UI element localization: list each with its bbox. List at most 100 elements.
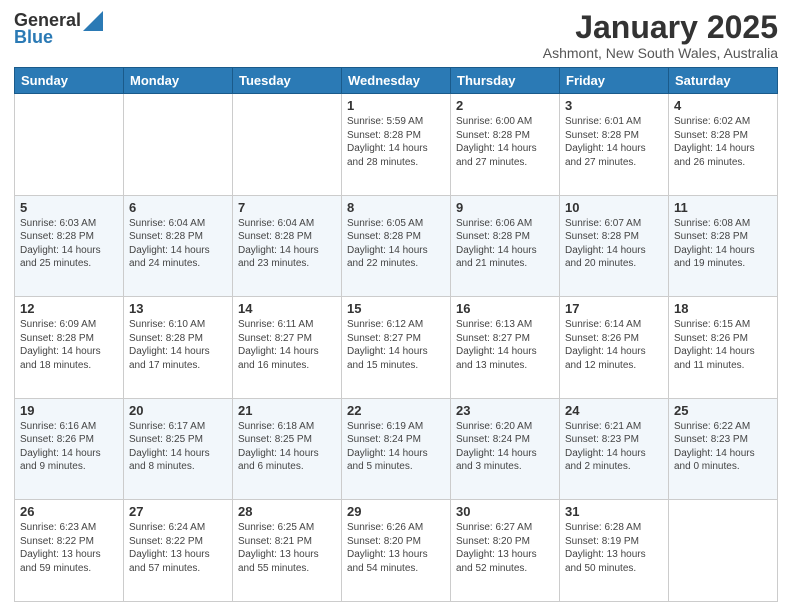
cell-2-2: 6Sunrise: 6:04 AMSunset: 8:28 PMDaylight… <box>124 195 233 297</box>
cell-5-5: 30Sunrise: 6:27 AMSunset: 8:20 PMDayligh… <box>451 500 560 602</box>
day-number: 8 <box>347 200 445 215</box>
col-monday: Monday <box>124 68 233 94</box>
cell-3-4: 15Sunrise: 6:12 AMSunset: 8:27 PMDayligh… <box>342 297 451 399</box>
cell-1-3 <box>233 94 342 196</box>
cell-5-7 <box>669 500 778 602</box>
week-row-5: 26 Sunrise: 6:23 AMSunset: 8:22 PMDayligh… <box>15 500 778 602</box>
month-title: January 2025 <box>543 10 778 45</box>
day-number: 21 <box>238 403 336 418</box>
day-info: Sunrise: 6:09 AMSunset: 8:28 PMDaylight:… <box>20 319 101 371</box>
day-info: Sunrise: 6:15 AMSunset: 8:26 PMDaylight:… <box>674 319 755 371</box>
cell-3-5: 16 Sunrise: 6:13 AMSunset: 8:27 PMDayligh… <box>451 297 560 399</box>
cell-2-3: 7 Sunrise: 6:04 AMSunset: 8:28 PMDaylight… <box>233 195 342 297</box>
day-info: Sunrise: 6:01 AMSunset: 8:28 PMDaylight:… <box>565 116 646 168</box>
day-number: 26 <box>20 504 118 519</box>
col-wednesday: Wednesday <box>342 68 451 94</box>
day-info: Sunrise: 6:21 AMSunset: 8:23 PMDaylight:… <box>565 421 646 473</box>
day-number: 2 <box>456 98 554 113</box>
day-number: 1 <box>347 98 445 113</box>
cell-3-2: 13 Sunrise: 6:10 AMSunset: 8:28 PMDayligh… <box>124 297 233 399</box>
cell-4-4: 22Sunrise: 6:19 AMSunset: 8:24 PMDayligh… <box>342 398 451 500</box>
day-number: 11 <box>674 200 772 215</box>
week-row-1: 1 Sunrise: 5:59 AMSunset: 8:28 PMDaylight… <box>15 94 778 196</box>
subtitle: Ashmont, New South Wales, Australia <box>543 45 778 61</box>
logo: General Blue <box>14 10 103 48</box>
day-number: 22 <box>347 403 445 418</box>
cell-3-6: 17 Sunrise: 6:14 AMSunset: 8:26 PMDayligh… <box>560 297 669 399</box>
day-info: Sunrise: 6:26 AMSunset: 8:20 PMDaylight:… <box>347 522 428 574</box>
cell-4-7: 25Sunrise: 6:22 AMSunset: 8:23 PMDayligh… <box>669 398 778 500</box>
cell-1-6: 3 Sunrise: 6:01 AMSunset: 8:28 PMDaylight… <box>560 94 669 196</box>
day-number: 20 <box>129 403 227 418</box>
logo-icon <box>83 11 103 31</box>
day-info: Sunrise: 6:14 AMSunset: 8:26 PMDaylight:… <box>565 319 646 371</box>
day-info: Sunrise: 6:22 AMSunset: 8:23 PMDaylight:… <box>674 421 755 473</box>
col-friday: Friday <box>560 68 669 94</box>
page: General Blue January 2025 Ashmont, New S… <box>0 0 792 612</box>
day-number: 4 <box>674 98 772 113</box>
day-info: Sunrise: 6:24 AMSunset: 8:22 PMDaylight:… <box>129 522 210 574</box>
day-number: 28 <box>238 504 336 519</box>
day-number: 29 <box>347 504 445 519</box>
day-info: Sunrise: 6:04 AMSunset: 8:28 PMDaylight:… <box>129 218 210 270</box>
cell-3-3: 14Sunrise: 6:11 AMSunset: 8:27 PMDayligh… <box>233 297 342 399</box>
day-number: 31 <box>565 504 663 519</box>
cell-4-6: 24 Sunrise: 6:21 AMSunset: 8:23 PMDayligh… <box>560 398 669 500</box>
day-number: 7 <box>238 200 336 215</box>
week-row-4: 19Sunrise: 6:16 AMSunset: 8:26 PMDayligh… <box>15 398 778 500</box>
cell-5-1: 26 Sunrise: 6:23 AMSunset: 8:22 PMDayligh… <box>15 500 124 602</box>
day-info: Sunrise: 6:23 AMSunset: 8:22 PMDaylight:… <box>20 522 101 574</box>
cell-4-5: 23Sunrise: 6:20 AMSunset: 8:24 PMDayligh… <box>451 398 560 500</box>
cell-5-6: 31 Sunrise: 6:28 AMSunset: 8:19 PMDayligh… <box>560 500 669 602</box>
day-info: Sunrise: 6:16 AMSunset: 8:26 PMDaylight:… <box>20 421 101 473</box>
day-number: 30 <box>456 504 554 519</box>
day-info: Sunrise: 6:07 AMSunset: 8:28 PMDaylight:… <box>565 218 646 270</box>
day-info: Sunrise: 6:28 AMSunset: 8:19 PMDaylight:… <box>565 522 646 574</box>
day-info: Sunrise: 6:25 AMSunset: 8:21 PMDaylight:… <box>238 522 319 574</box>
day-info: Sunrise: 6:00 AMSunset: 8:28 PMDaylight:… <box>456 116 537 168</box>
day-number: 24 <box>565 403 663 418</box>
cell-2-6: 10 Sunrise: 6:07 AMSunset: 8:28 PMDayligh… <box>560 195 669 297</box>
cell-3-1: 12 Sunrise: 6:09 AMSunset: 8:28 PMDayligh… <box>15 297 124 399</box>
cell-1-7: 4 Sunrise: 6:02 AMSunset: 8:28 PMDaylight… <box>669 94 778 196</box>
col-thursday: Thursday <box>451 68 560 94</box>
cell-1-2 <box>124 94 233 196</box>
day-info: Sunrise: 5:59 AMSunset: 8:28 PMDaylight:… <box>347 116 428 168</box>
header: General Blue January 2025 Ashmont, New S… <box>14 10 778 61</box>
day-info: Sunrise: 6:08 AMSunset: 8:28 PMDaylight:… <box>674 218 755 270</box>
day-number: 9 <box>456 200 554 215</box>
week-row-2: 5 Sunrise: 6:03 AMSunset: 8:28 PMDaylight… <box>15 195 778 297</box>
day-info: Sunrise: 6:10 AMSunset: 8:28 PMDaylight:… <box>129 319 210 371</box>
day-info: Sunrise: 6:11 AMSunset: 8:27 PMDaylight:… <box>238 319 319 371</box>
day-number: 13 <box>129 301 227 316</box>
day-info: Sunrise: 6:20 AMSunset: 8:24 PMDaylight:… <box>456 421 537 473</box>
day-info: Sunrise: 6:13 AMSunset: 8:27 PMDaylight:… <box>456 319 537 371</box>
col-saturday: Saturday <box>669 68 778 94</box>
day-info: Sunrise: 6:06 AMSunset: 8:28 PMDaylight:… <box>456 218 537 270</box>
cell-4-3: 21Sunrise: 6:18 AMSunset: 8:25 PMDayligh… <box>233 398 342 500</box>
day-number: 5 <box>20 200 118 215</box>
cell-1-1 <box>15 94 124 196</box>
day-info: Sunrise: 6:17 AMSunset: 8:25 PMDaylight:… <box>129 421 210 473</box>
cell-4-2: 20 Sunrise: 6:17 AMSunset: 8:25 PMDayligh… <box>124 398 233 500</box>
col-tuesday: Tuesday <box>233 68 342 94</box>
day-number: 17 <box>565 301 663 316</box>
day-number: 18 <box>674 301 772 316</box>
day-info: Sunrise: 6:02 AMSunset: 8:28 PMDaylight:… <box>674 116 755 168</box>
day-info: Sunrise: 6:04 AMSunset: 8:28 PMDaylight:… <box>238 218 319 270</box>
day-info: Sunrise: 6:03 AMSunset: 8:28 PMDaylight:… <box>20 218 101 270</box>
cell-5-2: 27 Sunrise: 6:24 AMSunset: 8:22 PMDayligh… <box>124 500 233 602</box>
cell-3-7: 18 Sunrise: 6:15 AMSunset: 8:26 PMDayligh… <box>669 297 778 399</box>
day-info: Sunrise: 6:05 AMSunset: 8:28 PMDaylight:… <box>347 218 428 270</box>
day-number: 3 <box>565 98 663 113</box>
day-number: 27 <box>129 504 227 519</box>
day-info: Sunrise: 6:12 AMSunset: 8:27 PMDaylight:… <box>347 319 428 371</box>
day-number: 10 <box>565 200 663 215</box>
cell-2-5: 9 Sunrise: 6:06 AMSunset: 8:28 PMDaylight… <box>451 195 560 297</box>
col-sunday: Sunday <box>15 68 124 94</box>
cell-2-1: 5 Sunrise: 6:03 AMSunset: 8:28 PMDaylight… <box>15 195 124 297</box>
calendar-table: Sunday Monday Tuesday Wednesday Thursday… <box>14 67 778 602</box>
day-number: 12 <box>20 301 118 316</box>
day-number: 16 <box>456 301 554 316</box>
cell-2-4: 8 Sunrise: 6:05 AMSunset: 8:28 PMDaylight… <box>342 195 451 297</box>
